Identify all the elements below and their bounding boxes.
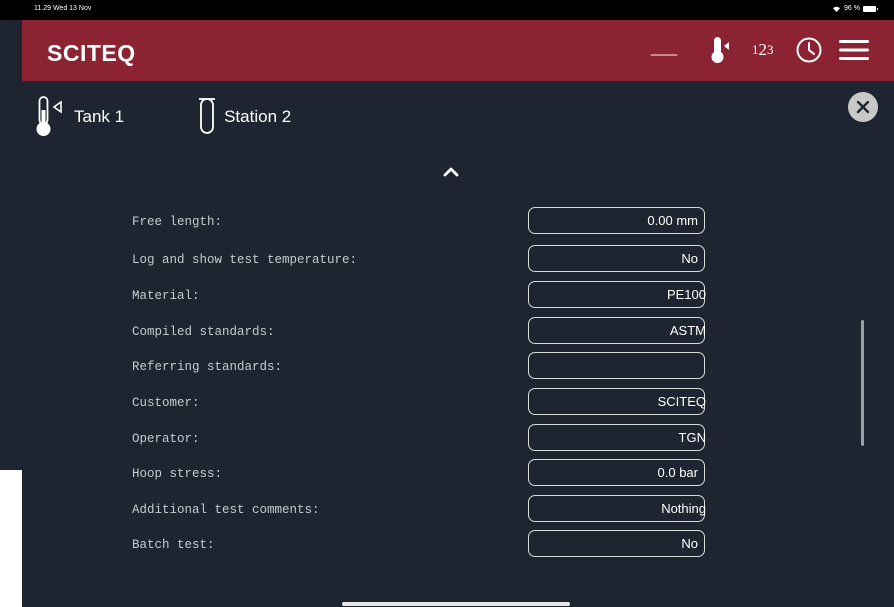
scrollbar[interactable]: [861, 320, 864, 446]
field-label: Free length:: [132, 215, 223, 229]
collapse-chevron-up-icon[interactable]: [442, 164, 460, 183]
material-field[interactable]: PE100: [528, 281, 706, 308]
field-row-log-temperature: Log and show test temperature: No: [22, 245, 894, 275]
field-label: Compiled standards:: [132, 325, 275, 339]
station-label: Station 2: [224, 107, 292, 126]
home-indicator[interactable]: [342, 602, 570, 606]
field-label: Operator:: [132, 432, 200, 446]
app-screen: SCITEQ --------- 123 Tank 1 Station 2 Fr…: [22, 0, 894, 607]
status-bar: 11.29 Wed 13 Nov 96 %: [0, 0, 894, 20]
field-label: Referring standards:: [132, 360, 283, 374]
status-time: 11.29 Wed 13 Nov: [34, 5, 92, 12]
field-label: Batch test:: [132, 538, 215, 552]
background-panel-left: [0, 0, 22, 470]
field-label: Customer:: [132, 396, 200, 410]
field-label: Hoop stress:: [132, 467, 223, 481]
wifi-icon: [833, 6, 841, 12]
log-temperature-field[interactable]: No: [528, 245, 705, 272]
field-row-compiled-standards: Compiled standards: ASTM: [22, 317, 894, 347]
compiled-standards-field[interactable]: ASTM: [528, 317, 706, 344]
field-label: Log and show test temperature:: [132, 253, 358, 267]
field-row-operator: Operator: TGN: [22, 424, 894, 454]
brand-logo: SCITEQ: [47, 40, 136, 66]
close-button[interactable]: [848, 92, 878, 122]
hoop-stress-field[interactable]: 0.0 bar: [528, 459, 705, 486]
free-length-field[interactable]: 0.00 mm: [528, 207, 705, 234]
temperature-readout: ---------: [650, 47, 678, 61]
test-info-bar: Tank 1 Station 2: [36, 96, 291, 138]
close-icon: [856, 100, 870, 114]
thermometer-icon: [36, 96, 62, 136]
field-row-free-length: Free length: 0.00 mm: [22, 207, 894, 237]
menu-icon[interactable]: [838, 34, 870, 66]
field-row-material: Material: PE100: [22, 281, 894, 311]
tank-label: Tank 1: [74, 107, 125, 126]
number-order-icon[interactable]: 123: [752, 34, 774, 66]
field-label: Material:: [132, 289, 200, 303]
referring-standards-field[interactable]: [528, 352, 705, 379]
field-row-customer: Customer: SCITEQ: [22, 388, 894, 418]
app-header: SCITEQ --------- 123: [22, 20, 894, 81]
operator-field[interactable]: TGN: [528, 424, 706, 451]
battery-percent: 96 %: [844, 5, 860, 12]
customer-field[interactable]: SCITEQ: [528, 388, 706, 415]
field-row-hoop-stress: Hoop stress: 0.0 bar: [22, 459, 894, 489]
field-row-additional-comments: Additional test comments: Nothing: [22, 495, 894, 525]
additional-comments-field[interactable]: Nothing: [528, 495, 706, 522]
thermometer-icon[interactable]: [710, 34, 732, 66]
field-row-referring-standards: Referring standards:: [22, 352, 894, 382]
batch-test-field[interactable]: No: [528, 530, 705, 557]
clock-icon[interactable]: [795, 34, 823, 66]
status-right: 96 %: [832, 5, 878, 12]
station-tube-icon: [199, 98, 216, 134]
field-row-batch-test: Batch test: No: [22, 530, 894, 560]
battery-icon: [863, 5, 878, 12]
field-label: Additional test comments:: [132, 503, 320, 517]
